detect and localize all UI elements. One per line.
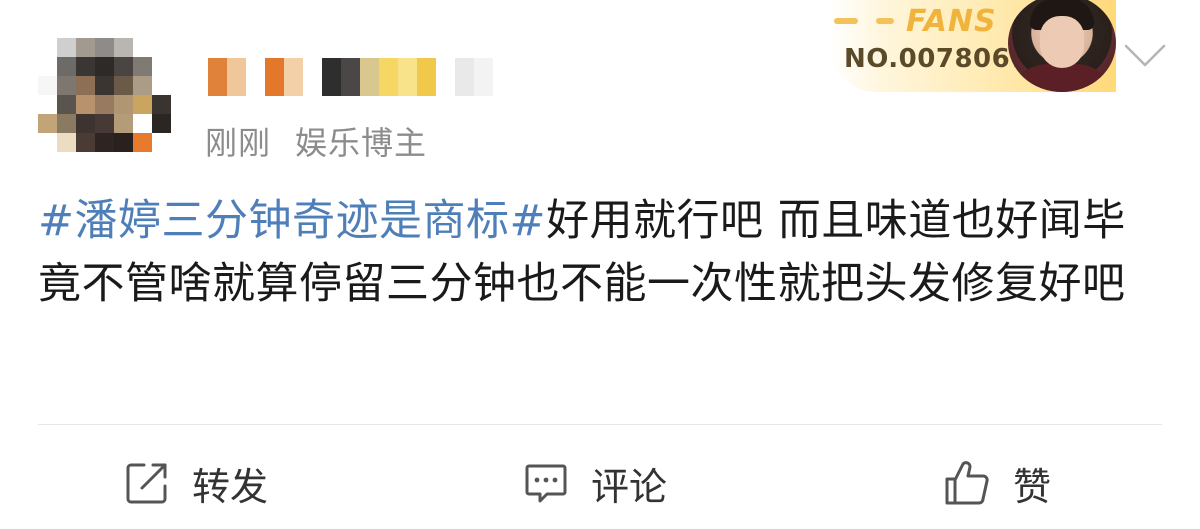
topic-link[interactable]: #潘婷三分钟奇迹是商标#	[38, 196, 546, 246]
username-block	[474, 58, 493, 96]
avatar-pixel	[38, 95, 57, 114]
fans-label: FANS	[906, 4, 997, 39]
avatar-pixel	[38, 57, 57, 76]
fans-number: NO.0078067	[844, 44, 1029, 74]
avatar-pixel	[57, 57, 76, 76]
celebrity-portrait-icon	[1008, 0, 1116, 92]
comment-button[interactable]: 评论	[523, 458, 668, 509]
username-block	[322, 58, 341, 96]
divider	[38, 424, 1162, 425]
avatar-pixel	[152, 133, 171, 152]
avatar-pixel	[57, 133, 76, 152]
comment-icon	[525, 464, 567, 503]
avatar-pixel	[57, 38, 76, 57]
badge-dash-decoration	[834, 18, 858, 24]
avatar-pixel	[95, 57, 114, 76]
repost-icon	[126, 463, 167, 504]
user-tag: 娱乐博主	[295, 124, 428, 162]
username-block	[360, 58, 379, 96]
avatar-pixel	[152, 76, 171, 95]
avatar-pixel	[38, 133, 57, 152]
username-block	[417, 58, 436, 96]
avatar-pixel	[76, 95, 95, 114]
badge-dash-decoration	[876, 18, 894, 24]
avatar-pixel	[133, 133, 152, 152]
avatar-pixel	[133, 57, 152, 76]
avatar-pixel	[133, 95, 152, 114]
avatar-pixel	[57, 95, 76, 114]
username-block	[227, 58, 246, 96]
avatar-pixel	[152, 114, 171, 133]
avatar-pixel	[114, 133, 133, 152]
avatar-pixel	[133, 76, 152, 95]
avatar-pixel	[95, 95, 114, 114]
user-avatar[interactable]	[38, 38, 172, 154]
post-time: 刚刚	[205, 124, 272, 162]
chevron-down-icon[interactable]	[1123, 40, 1167, 72]
username-block	[455, 58, 474, 96]
avatar-pixel	[133, 38, 152, 57]
username-block	[208, 58, 227, 96]
avatar-pixel	[76, 57, 95, 76]
post-content: #潘婷三分钟奇迹是商标#好用就行吧 而且味道也好闻毕竟不管啥就算停留三分钟也不能…	[38, 190, 1168, 316]
avatar-pixel	[114, 114, 133, 133]
avatar-pixel	[114, 95, 133, 114]
avatar-pixel	[57, 114, 76, 133]
avatar-pixel	[133, 114, 152, 133]
avatar-pixel	[152, 38, 171, 57]
like-label: 赞	[1013, 464, 1052, 509]
username-block	[341, 58, 360, 96]
avatar-pixel	[152, 95, 171, 114]
avatar-pixel	[38, 38, 57, 57]
avatar-pixel	[76, 114, 95, 133]
post-meta: 刚刚 娱乐博主	[205, 118, 427, 164]
avatar-pixel	[95, 38, 114, 57]
avatar-pixel	[114, 38, 133, 57]
repost-label: 转发	[192, 464, 269, 509]
comment-label: 评论	[591, 464, 668, 509]
avatar-pixel	[95, 76, 114, 95]
like-button[interactable]: 赞	[943, 458, 1052, 509]
avatar-pixel	[76, 76, 95, 95]
avatar-pixel	[76, 38, 95, 57]
avatar-pixel	[114, 57, 133, 76]
avatar-pixel	[38, 76, 57, 95]
thumbs-up-icon	[945, 461, 989, 505]
username-block	[246, 58, 265, 96]
username-block	[265, 58, 284, 96]
username-block	[303, 58, 322, 96]
username-block	[398, 58, 417, 96]
avatar-pixel	[57, 76, 76, 95]
avatar-pixel	[95, 133, 114, 152]
username-block	[379, 58, 398, 96]
username-block	[436, 58, 455, 96]
avatar-pixel	[114, 76, 133, 95]
avatar-pixel	[152, 57, 171, 76]
avatar-pixel	[95, 114, 114, 133]
username-blurred[interactable]	[208, 58, 493, 96]
username-block	[284, 58, 303, 96]
fans-badge[interactable]: FANS NO.0078067	[830, 0, 1116, 92]
avatar-pixel-grid	[38, 38, 172, 152]
avatar-pixel	[76, 133, 95, 152]
repost-button[interactable]: 转发	[124, 458, 269, 509]
avatar-pixel	[38, 114, 57, 133]
